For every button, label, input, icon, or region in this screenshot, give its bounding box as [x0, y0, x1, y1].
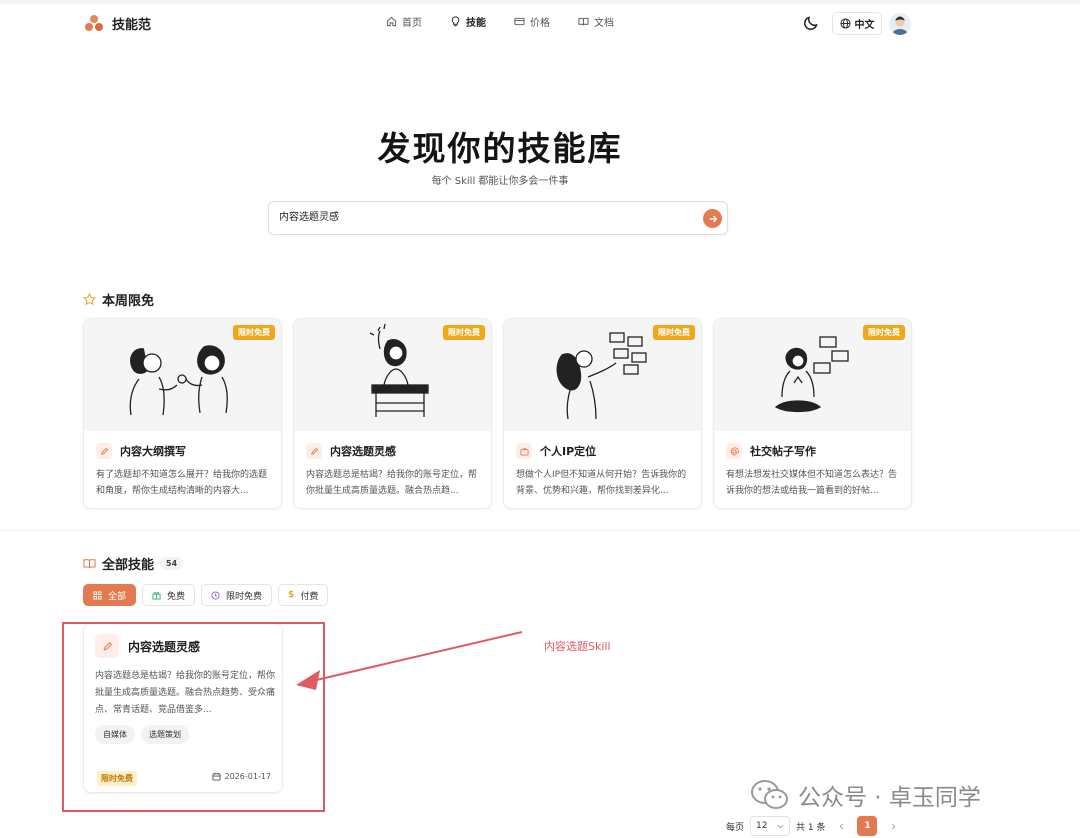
filter-all[interactable]: 全部: [83, 584, 137, 606]
search-submit-button[interactable]: [703, 209, 722, 228]
watermark-text: 公众号 · 卓玉同学: [798, 785, 981, 811]
moon-icon: [804, 16, 818, 30]
globe-icon: [839, 18, 851, 29]
chevron-down-icon: [777, 824, 784, 828]
prev-page-button[interactable]: [831, 816, 851, 836]
card-title: 社交帖子写作: [750, 445, 816, 458]
free-card[interactable]: 限时免费 内容大纲撰写 有了选题却不知道怎么展开？给我你的选题和角度，帮你生成结…: [83, 318, 282, 509]
total-label: 共 1 条: [796, 822, 826, 833]
filter-free[interactable]: 免费: [142, 584, 196, 606]
chevron-right-icon: [891, 823, 896, 829]
chevron-left-icon: [839, 823, 844, 829]
card-title: 内容选题灵感: [330, 445, 396, 458]
card-description: 想做个人IP但不知道从何开始？告诉我你的背景、优势和兴趣，帮你找到差异化...: [516, 470, 687, 496]
filter-limited-free-label: 限时免费: [226, 591, 263, 602]
theme-toggle-button[interactable]: [802, 14, 820, 32]
section-divider: [0, 530, 1080, 531]
language-label: 中文: [854, 20, 875, 31]
lightbulb-icon: [451, 16, 460, 27]
card-description: 有了选题却不知道怎么展开？给我你的选题和角度，帮你生成结构清晰的内容大...: [96, 470, 268, 496]
free-card[interactable]: 限时免费 社交帖子写作 有想法想发社交媒体但不知道怎么表达？告诉我你的想法或给我…: [713, 318, 912, 509]
limited-free-badge: 限时免费: [443, 325, 485, 340]
page-subtitle: 每个 Skill 都能让你多会一件事: [431, 176, 569, 187]
next-page-button[interactable]: [883, 816, 903, 836]
language-button[interactable]: 中文: [832, 12, 882, 35]
brand-logo[interactable]: 技能范: [84, 13, 151, 33]
per-page-select[interactable]: 12: [750, 816, 791, 836]
per-page-value: 12: [756, 821, 768, 831]
pencil-icon: [306, 443, 322, 459]
wechat-icon: [751, 780, 788, 809]
page-title: 发现你的技能库: [377, 129, 623, 168]
pencil-icon: [96, 443, 112, 459]
card-description: 内容选题总是枯竭？给我你的账号定位，帮你批量生成高质量选题。融合热点趋...: [306, 470, 478, 496]
filter-all-label: 全部: [108, 591, 127, 602]
weekly-free-cards: 限时免费 内容大纲撰写 有了选题却不知道怎么展开？给我你的选题和角度，帮你生成结…: [83, 318, 912, 509]
filter-free-label: 免费: [167, 591, 186, 602]
skill-filters: 全部 免费 限时免费 $ 付费: [83, 584, 329, 606]
logo-icon: [84, 13, 104, 33]
nav-skills[interactable]: 技能: [450, 14, 486, 29]
search-box: [268, 201, 728, 235]
book-icon: [83, 559, 96, 569]
free-card[interactable]: 限时免费 内容选题灵感 内容选题总是枯竭？给我你的账号定位，帮你批量生成高质量选…: [293, 318, 492, 509]
nav-pricing-label: 价格: [530, 18, 550, 29]
header: 技能范 首页 技能 价格 文档 中文: [0, 4, 1080, 40]
limited-free-badge: 限时免费: [233, 325, 275, 340]
dollar-icon: $: [288, 590, 295, 600]
free-card[interactable]: 限时免费 个人IP定位 想做个人IP但不知道从何开始？告诉我你的背景、优势和兴趣…: [503, 318, 702, 509]
filter-paid[interactable]: $ 付费: [278, 584, 329, 606]
annotation-label: 内容选题Skill: [544, 640, 611, 653]
star-icon: [83, 293, 96, 306]
highlight-box: [62, 622, 325, 812]
home-icon: [386, 16, 397, 27]
at-icon: [726, 443, 742, 459]
arrow-right-icon: [709, 215, 717, 222]
page-button-current[interactable]: 1: [857, 816, 878, 836]
limited-free-badge: 限时免费: [863, 325, 905, 340]
pagination: 每页 12 共 1 条 1: [726, 816, 903, 836]
briefcase-icon: [516, 443, 532, 459]
watermark: 公众号 · 卓玉同学: [750, 778, 981, 812]
nav-home-label: 首页: [402, 18, 422, 29]
all-skills-title: 全部技能: [102, 558, 155, 573]
gift-icon: [152, 591, 161, 600]
nav-docs[interactable]: 文档: [578, 14, 614, 29]
grid-icon: [93, 590, 102, 600]
weekly-free-heading: 本周限免: [83, 290, 154, 309]
nav-home[interactable]: 首页: [386, 14, 422, 29]
card-title: 内容大纲撰写: [120, 445, 186, 458]
main-nav: 首页 技能 价格 文档: [386, 14, 614, 29]
weekly-free-title: 本周限免: [102, 294, 155, 309]
nav-skills-label: 技能: [466, 18, 486, 29]
nav-pricing[interactable]: 价格: [514, 14, 550, 29]
user-avatar[interactable]: [889, 13, 911, 35]
nav-docs-label: 文档: [594, 18, 614, 29]
card-title: 个人IP定位: [540, 445, 597, 458]
clock-icon: [211, 590, 220, 600]
limited-free-badge: 限时免费: [653, 325, 695, 340]
filter-paid-label: 付费: [300, 591, 319, 602]
filter-limited-free[interactable]: 限时免费: [201, 584, 273, 606]
brand-name: 技能范: [112, 17, 152, 33]
annotation-arrow: [296, 631, 523, 690]
book-icon: [578, 17, 589, 26]
card-description: 有想法想发社交媒体但不知道怎么表达？告诉我你的想法或给我一篇看到的好帖...: [726, 470, 898, 496]
skills-count-badge: 54: [160, 557, 184, 570]
per-page-label: 每页: [726, 822, 745, 833]
search-input[interactable]: [279, 210, 679, 221]
all-skills-heading: 全部技能 54: [83, 554, 184, 573]
credit-card-icon: [514, 17, 525, 26]
